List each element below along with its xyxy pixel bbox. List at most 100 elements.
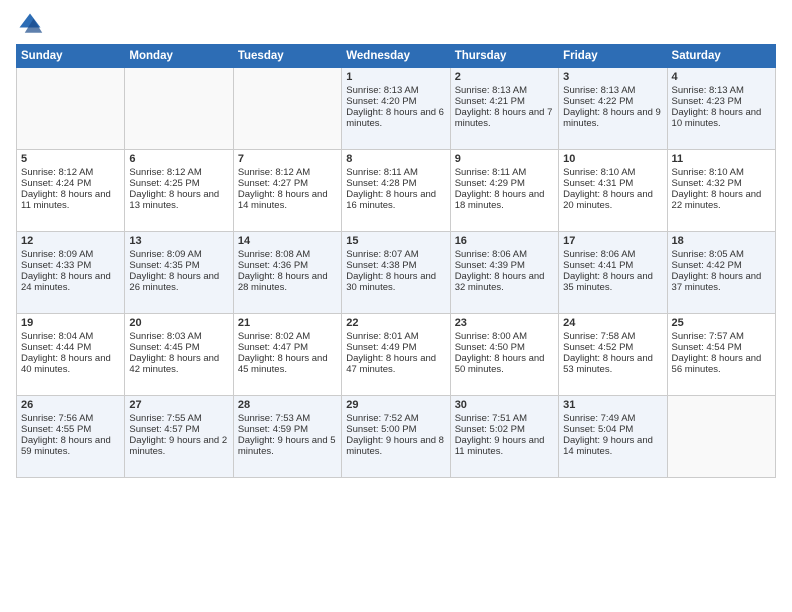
cell-content-line: Sunset: 4:33 PM (21, 260, 120, 271)
calendar-cell: 17Sunrise: 8:06 AMSunset: 4:41 PMDayligh… (559, 232, 667, 314)
day-number: 23 (455, 317, 554, 329)
calendar-cell: 23Sunrise: 8:00 AMSunset: 4:50 PMDayligh… (450, 314, 558, 396)
day-number: 2 (455, 71, 554, 83)
day-number: 20 (129, 317, 228, 329)
day-number: 9 (455, 153, 554, 165)
day-number: 4 (672, 71, 771, 83)
cell-content-line: Sunrise: 8:05 AM (672, 249, 771, 260)
day-number: 24 (563, 317, 662, 329)
week-row-4: 19Sunrise: 8:04 AMSunset: 4:44 PMDayligh… (17, 314, 776, 396)
cell-content-line: Sunrise: 7:58 AM (563, 331, 662, 342)
calendar-cell: 18Sunrise: 8:05 AMSunset: 4:42 PMDayligh… (667, 232, 775, 314)
cell-content-line: Sunset: 5:02 PM (455, 424, 554, 435)
day-number: 16 (455, 235, 554, 247)
cell-content-line: Sunset: 4:21 PM (455, 96, 554, 107)
cell-content-line: Daylight: 8 hours and 10 minutes. (672, 107, 771, 129)
day-number: 8 (346, 153, 445, 165)
cell-content-line: Sunset: 4:55 PM (21, 424, 120, 435)
cell-content-line: Daylight: 8 hours and 28 minutes. (238, 271, 337, 293)
day-number: 31 (563, 399, 662, 411)
calendar-cell: 5Sunrise: 8:12 AMSunset: 4:24 PMDaylight… (17, 150, 125, 232)
calendar-cell (17, 68, 125, 150)
cell-content-line: Sunset: 4:25 PM (129, 178, 228, 189)
cell-content-line: Sunrise: 8:03 AM (129, 331, 228, 342)
cell-content-line: Daylight: 8 hours and 45 minutes. (238, 353, 337, 375)
calendar-cell: 21Sunrise: 8:02 AMSunset: 4:47 PMDayligh… (233, 314, 341, 396)
cell-content-line: Sunset: 4:49 PM (346, 342, 445, 353)
calendar-cell: 16Sunrise: 8:06 AMSunset: 4:39 PMDayligh… (450, 232, 558, 314)
cell-content-line: Sunset: 4:39 PM (455, 260, 554, 271)
cell-content-line: Daylight: 8 hours and 16 minutes. (346, 189, 445, 211)
day-number: 13 (129, 235, 228, 247)
cell-content-line: Sunset: 4:28 PM (346, 178, 445, 189)
calendar-cell: 4Sunrise: 8:13 AMSunset: 4:23 PMDaylight… (667, 68, 775, 150)
cell-content-line: Daylight: 9 hours and 11 minutes. (455, 435, 554, 457)
week-row-3: 12Sunrise: 8:09 AMSunset: 4:33 PMDayligh… (17, 232, 776, 314)
day-header-wednesday: Wednesday (342, 45, 450, 68)
calendar-cell: 31Sunrise: 7:49 AMSunset: 5:04 PMDayligh… (559, 396, 667, 478)
cell-content-line: Sunset: 4:27 PM (238, 178, 337, 189)
cell-content-line: Daylight: 8 hours and 32 minutes. (455, 271, 554, 293)
cell-content-line: Sunrise: 7:55 AM (129, 413, 228, 424)
day-number: 27 (129, 399, 228, 411)
cell-content-line: Sunset: 4:44 PM (21, 342, 120, 353)
calendar-cell: 3Sunrise: 8:13 AMSunset: 4:22 PMDaylight… (559, 68, 667, 150)
cell-content-line: Sunset: 4:36 PM (238, 260, 337, 271)
calendar-cell: 19Sunrise: 8:04 AMSunset: 4:44 PMDayligh… (17, 314, 125, 396)
cell-content-line: Sunrise: 8:11 AM (346, 167, 445, 178)
day-number: 26 (21, 399, 120, 411)
cell-content-line: Daylight: 8 hours and 24 minutes. (21, 271, 120, 293)
cell-content-line: Daylight: 8 hours and 35 minutes. (563, 271, 662, 293)
cell-content-line: Sunrise: 8:08 AM (238, 249, 337, 260)
day-header-saturday: Saturday (667, 45, 775, 68)
logo-icon (16, 10, 44, 38)
cell-content-line: Sunset: 4:54 PM (672, 342, 771, 353)
cell-content-line: Sunset: 4:45 PM (129, 342, 228, 353)
cell-content-line: Daylight: 8 hours and 13 minutes. (129, 189, 228, 211)
calendar-cell: 29Sunrise: 7:52 AMSunset: 5:00 PMDayligh… (342, 396, 450, 478)
day-header-friday: Friday (559, 45, 667, 68)
cell-content-line: Sunrise: 8:09 AM (129, 249, 228, 260)
cell-content-line: Daylight: 8 hours and 26 minutes. (129, 271, 228, 293)
calendar-cell (125, 68, 233, 150)
cell-content-line: Sunset: 4:31 PM (563, 178, 662, 189)
day-number: 12 (21, 235, 120, 247)
day-number: 11 (672, 153, 771, 165)
cell-content-line: Sunrise: 8:13 AM (455, 85, 554, 96)
cell-content-line: Sunset: 4:20 PM (346, 96, 445, 107)
cell-content-line: Sunrise: 8:02 AM (238, 331, 337, 342)
cell-content-line: Daylight: 8 hours and 7 minutes. (455, 107, 554, 129)
week-row-5: 26Sunrise: 7:56 AMSunset: 4:55 PMDayligh… (17, 396, 776, 478)
day-header-monday: Monday (125, 45, 233, 68)
day-number: 6 (129, 153, 228, 165)
cell-content-line: Sunset: 4:52 PM (563, 342, 662, 353)
cell-content-line: Daylight: 8 hours and 11 minutes. (21, 189, 120, 211)
cell-content-line: Sunrise: 8:10 AM (563, 167, 662, 178)
cell-content-line: Sunrise: 8:00 AM (455, 331, 554, 342)
header-row: SundayMondayTuesdayWednesdayThursdayFrid… (17, 45, 776, 68)
cell-content-line: Daylight: 8 hours and 40 minutes. (21, 353, 120, 375)
calendar-cell: 22Sunrise: 8:01 AMSunset: 4:49 PMDayligh… (342, 314, 450, 396)
cell-content-line: Daylight: 8 hours and 18 minutes. (455, 189, 554, 211)
cell-content-line: Sunset: 4:59 PM (238, 424, 337, 435)
cell-content-line: Daylight: 9 hours and 14 minutes. (563, 435, 662, 457)
cell-content-line: Daylight: 8 hours and 6 minutes. (346, 107, 445, 129)
calendar-cell: 7Sunrise: 8:12 AMSunset: 4:27 PMDaylight… (233, 150, 341, 232)
cell-content-line: Daylight: 8 hours and 59 minutes. (21, 435, 120, 457)
cell-content-line: Sunrise: 8:13 AM (346, 85, 445, 96)
day-number: 5 (21, 153, 120, 165)
cell-content-line: Sunrise: 8:06 AM (563, 249, 662, 260)
calendar-cell: 15Sunrise: 8:07 AMSunset: 4:38 PMDayligh… (342, 232, 450, 314)
cell-content-line: Daylight: 8 hours and 53 minutes. (563, 353, 662, 375)
day-number: 25 (672, 317, 771, 329)
cell-content-line: Sunrise: 7:52 AM (346, 413, 445, 424)
cell-content-line: Sunset: 4:38 PM (346, 260, 445, 271)
cell-content-line: Sunrise: 7:57 AM (672, 331, 771, 342)
cell-content-line: Daylight: 8 hours and 47 minutes. (346, 353, 445, 375)
cell-content-line: Daylight: 9 hours and 2 minutes. (129, 435, 228, 457)
day-number: 19 (21, 317, 120, 329)
cell-content-line: Sunset: 4:42 PM (672, 260, 771, 271)
cell-content-line: Sunrise: 8:10 AM (672, 167, 771, 178)
calendar-cell: 13Sunrise: 8:09 AMSunset: 4:35 PMDayligh… (125, 232, 233, 314)
cell-content-line: Daylight: 9 hours and 5 minutes. (238, 435, 337, 457)
